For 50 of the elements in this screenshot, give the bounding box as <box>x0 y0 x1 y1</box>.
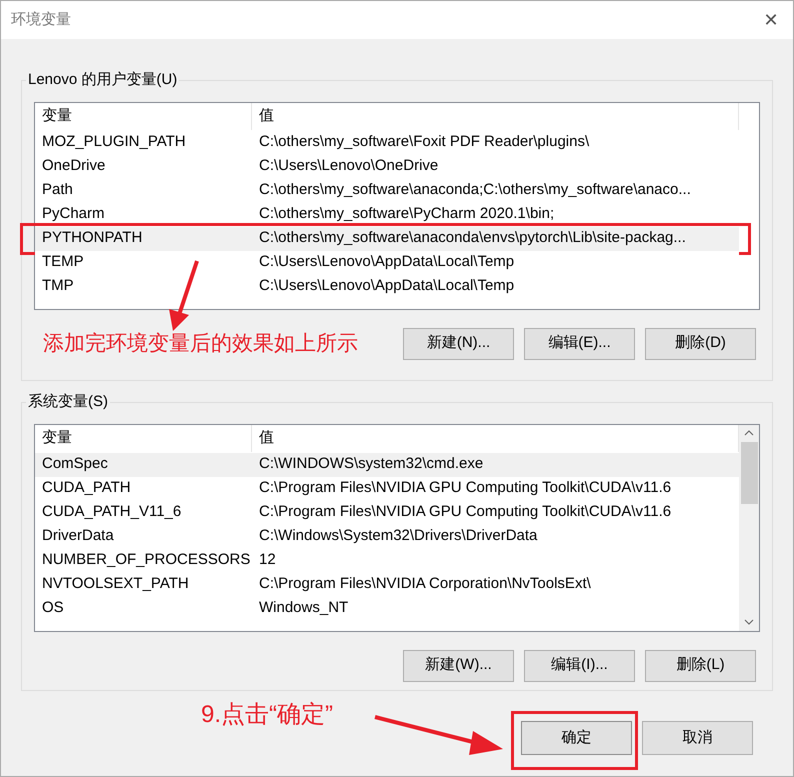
scrollbar-thumb[interactable] <box>740 442 758 504</box>
dialog-button[interactable]: 删除(D) <box>645 328 756 360</box>
close-button[interactable]: ✕ <box>749 1 793 39</box>
variable-value: C:\Program Files\NVIDIA GPU Computing Toolkit\CUDA\v11.6 <box>258 478 672 498</box>
dialog-button[interactable]: 删除(L) <box>645 650 756 682</box>
annotation-text: 添加完环境变量后的效果如上所示 <box>43 330 359 357</box>
group-label: 系统变量(S) <box>27 392 109 412</box>
variable-value: C:\others\my_software\Foxit PDF Reader\plugins\ <box>258 132 590 152</box>
variable-name: OS <box>41 598 65 618</box>
variable-value: C:\Users\Lenovo\AppData\Local\Temp <box>258 252 516 272</box>
variable-value: C:\Program Files\NVIDIA Corporation\NvToolsExt\ <box>258 574 592 594</box>
variable-name: PYTHONPATH <box>41 228 144 248</box>
dialog-button[interactable]: 新建(N)... <box>403 328 514 360</box>
window-title: 环境变量 <box>11 10 71 30</box>
dialog-button[interactable]: 取消 <box>642 721 753 755</box>
variable-name: Path <box>41 180 74 200</box>
dialog-button[interactable]: 编辑(I)... <box>524 650 635 682</box>
variable-name: NUMBER_OF_PROCESSORS <box>41 550 252 570</box>
variable-name: OneDrive <box>41 156 106 176</box>
annotation-text: 9.点击“确定” <box>201 700 334 730</box>
variable-value: C:\Users\Lenovo\AppData\Local\Temp <box>258 276 516 296</box>
dialog-button[interactable]: 编辑(E)... <box>524 328 635 360</box>
variable-value: C:\WINDOWS\system32\cmd.exe <box>258 454 484 474</box>
variable-value: C:\others\my_software\anaconda;C:\others\my_software\anaco... <box>258 180 692 200</box>
variable-name: MOZ_PLUGIN_PATH <box>41 132 187 152</box>
column-header[interactable]: 变量 <box>35 424 252 452</box>
dialog-button[interactable]: 确定 <box>521 721 632 755</box>
variable-name: CUDA_PATH <box>41 478 132 498</box>
group-label: Lenovo 的用户变量(U) <box>27 70 178 90</box>
variable-name: ComSpec <box>41 454 109 474</box>
column-header[interactable]: 变量 <box>35 102 252 130</box>
list-row[interactable]: ComSpec C:\WINDOWS\system32\cmd.exe <box>35 452 739 476</box>
scrollbar[interactable] <box>739 424 759 630</box>
column-header[interactable]: 值 <box>252 102 739 130</box>
variable-value: C:\others\my_software\PyCharm 2020.1\bin; <box>258 204 556 224</box>
list-row[interactable]: PYTHONPATH C:\others\my_software\anaconda\envs\pytorch\Lib\site-packag... <box>35 226 739 250</box>
variable-value: Windows_NT <box>258 598 350 618</box>
variable-value: C:\Windows\System32\Drivers\DriverData <box>258 526 538 546</box>
variable-name: CUDA_PATH_V11_6 <box>41 502 182 522</box>
variable-name: PyCharm <box>41 204 106 224</box>
variable-name: DriverData <box>41 526 115 546</box>
variable-value: C:\others\my_software\anaconda\envs\pytorch\Lib\site-packag... <box>258 228 687 248</box>
arrow-icon <box>373 713 505 757</box>
variable-name: NVTOOLSEXT_PATH <box>41 574 190 594</box>
variable-name: TMP <box>41 276 75 296</box>
variable-value: 12 <box>258 550 277 570</box>
variable-name: TEMP <box>41 252 85 272</box>
variable-value: C:\Program Files\NVIDIA GPU Computing Toolkit\CUDA\v11.6 <box>258 502 672 522</box>
dialog-button[interactable]: 新建(W)... <box>403 650 514 682</box>
variable-value: C:\Users\Lenovo\OneDrive <box>258 156 440 176</box>
